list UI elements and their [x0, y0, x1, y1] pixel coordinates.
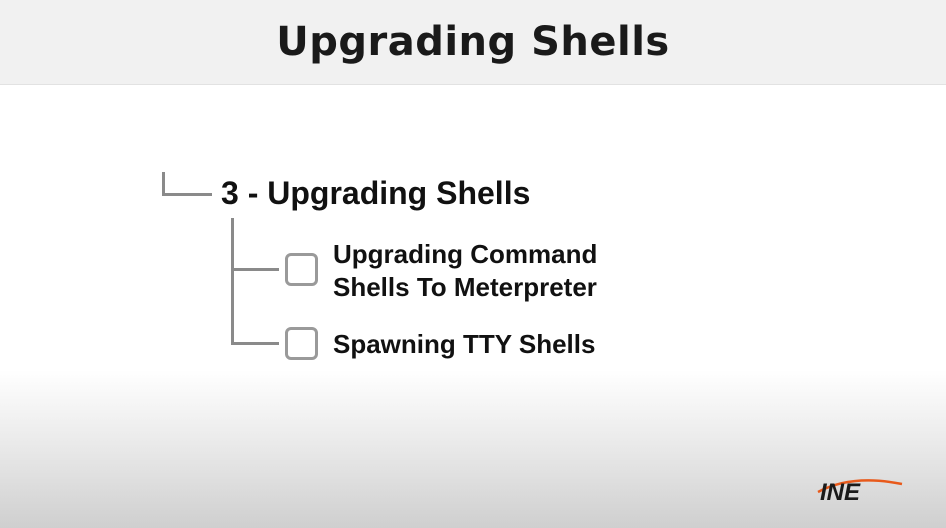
tree-connector-item-2 — [231, 342, 279, 345]
tree-connector-item-1 — [231, 268, 279, 271]
tree-connector-root-horizontal — [162, 193, 212, 196]
item-checkbox-2[interactable] — [285, 327, 318, 360]
item-label-2: Spawning TTY Shells — [333, 329, 596, 359]
item-checkbox-1[interactable] — [285, 253, 318, 286]
section-heading: 3 - Upgrading Shells — [221, 175, 531, 211]
outline-tree: 3 - Upgrading Shells Upgrading Command S… — [0, 0, 946, 528]
item-label-1: Upgrading Command Shells To Meterpreter — [333, 239, 598, 302]
ine-logo: INE — [812, 472, 910, 506]
ine-logo-mark: INE — [817, 479, 903, 506]
ine-logo-text: INE — [820, 479, 861, 506]
tree-connector-items-vertical — [231, 218, 234, 345]
